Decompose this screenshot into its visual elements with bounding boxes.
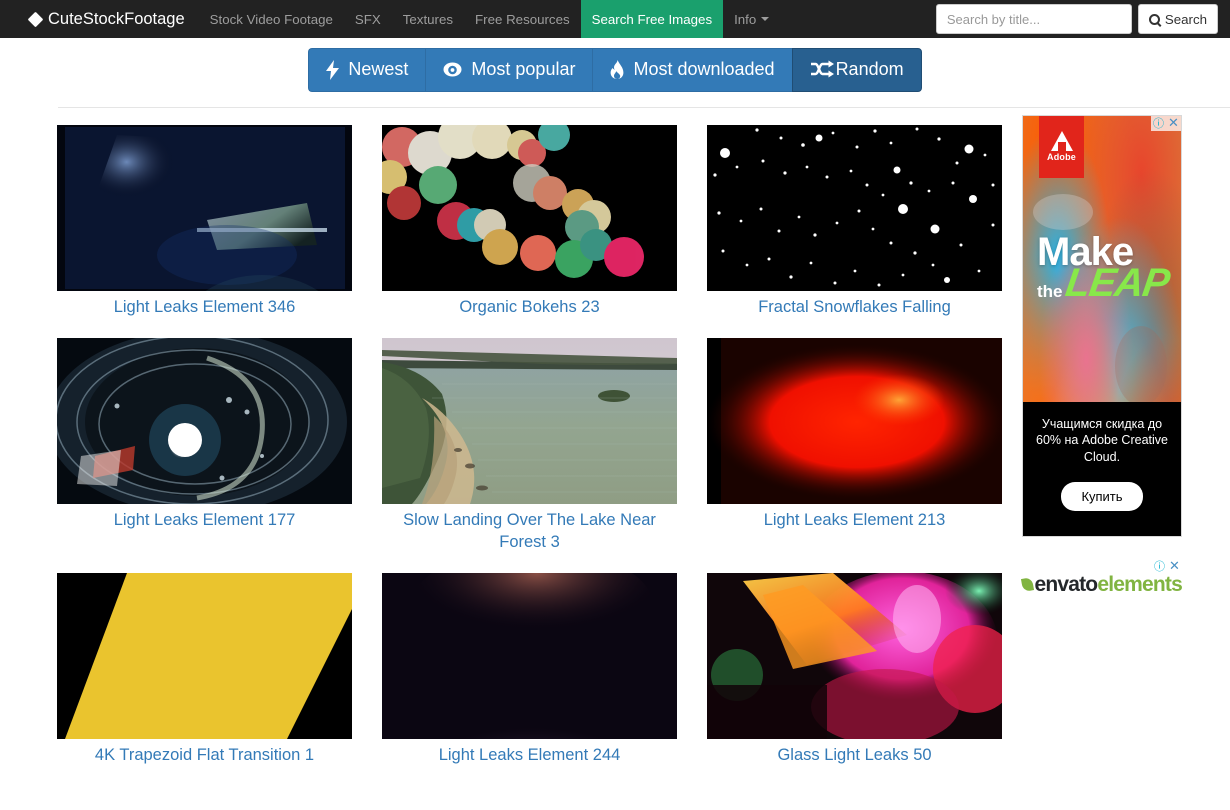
nav-label: Info (734, 11, 757, 27)
magenta-orange-light-streaks-image (707, 573, 1002, 740)
top-navbar: CuteStockFootage Stock Video Footage SFX… (0, 0, 1230, 38)
gallery-item: 4K Trapezoid Flat Transition 1 (57, 573, 352, 766)
nav-label: Textures (402, 11, 454, 27)
nav-item-textures[interactable]: Textures (392, 0, 464, 38)
leaf-icon (1020, 577, 1035, 592)
yellow-trapezoid-on-black-image (57, 573, 352, 740)
gallery-item: Light Leaks Element 346 (57, 124, 352, 318)
colorful-bokeh-circles-image (382, 124, 677, 291)
gallery-item: Light Leaks Element 177 (57, 337, 352, 554)
thumbnail-link-glass-light-leaks-50[interactable] (707, 573, 1002, 740)
gallery-item-title[interactable]: Light Leaks Element 346 (57, 296, 352, 318)
nav-label: Free Resources (475, 11, 570, 27)
gallery-region: Light Leaks Element 346 Organic Bokehs 2… (0, 108, 1010, 787)
eye-icon (443, 62, 462, 77)
gallery-item-title[interactable]: Light Leaks Element 177 (57, 509, 352, 531)
ad-copy-block: Учащимся скидка до 60% на Adobe Creative… (1023, 401, 1181, 536)
purple-blue-soft-glow-image (382, 573, 677, 740)
search-button[interactable]: Search (1137, 4, 1218, 34)
filter-tab-label: Random (835, 59, 904, 79)
envato-logo: envato elements (1020, 572, 1183, 597)
filter-tab-label: Most downloaded (633, 59, 775, 79)
thumbnail-link-organic-bokehs-23[interactable] (382, 124, 677, 291)
close-icon[interactable]: ✕ (1167, 558, 1182, 574)
filter-tab-newest[interactable]: Newest (308, 48, 426, 92)
filter-tab-label: Most popular (471, 59, 576, 79)
thumbnail-link-fractal-snowflakes-falling[interactable] (707, 124, 1002, 291)
thumbnail-link-light-leaks-element-177[interactable] (57, 337, 352, 504)
ad-sidebar: ⓘ ✕ Adobe Make the LEAP Учащимся скидка … (1010, 108, 1200, 787)
thumbnail-link-slow-landing-over-the-lake-near-forest-3[interactable] (382, 337, 677, 504)
ad-body-text: Учащимся скидка до 60% на Adobe Creative… (1036, 416, 1168, 465)
filter-toolbar: Newest Most popular Most downloaded Rand… (0, 38, 1230, 92)
gallery-item-title[interactable]: Organic Bokehs 23 (382, 296, 677, 318)
search-icon (1148, 13, 1160, 25)
nav-item-info[interactable]: Info (723, 0, 780, 38)
gallery-item-title[interactable]: Fractal Snowflakes Falling (707, 296, 1002, 318)
filter-tab-random[interactable]: Random (791, 48, 922, 92)
thumbnail-link-light-leaks-element-213[interactable] (707, 337, 1002, 504)
adobe-logo: Adobe (1039, 115, 1084, 178)
nav-item-stock-video-footage[interactable]: Stock Video Footage (199, 0, 344, 38)
nav-label: Search Free Images (591, 11, 713, 27)
aerial-lake-shoreline-forest-image (382, 337, 677, 504)
main-nav: Stock Video Footage SFX Textures Free Re… (199, 0, 781, 38)
ad-cta-button[interactable]: Купить (1061, 482, 1143, 512)
nav-label: Stock Video Footage (209, 11, 333, 27)
nav-item-sfx[interactable]: SFX (344, 0, 392, 38)
ad-info-icon[interactable]: ⓘ (1152, 559, 1167, 574)
brand-logo[interactable]: CuteStockFootage (0, 0, 199, 38)
chevron-down-icon (761, 17, 770, 21)
filter-tab-most-popular[interactable]: Most popular (425, 48, 593, 92)
bolt-icon (326, 59, 340, 80)
gallery-item-title[interactable]: 4K Trapezoid Flat Transition 1 (57, 744, 352, 766)
search-button-label: Search (1164, 11, 1207, 27)
filter-button-group: Newest Most popular Most downloaded Rand… (308, 48, 922, 92)
gallery-item: Slow Landing Over The Lake Near Forest 3 (382, 337, 677, 554)
envato-logo-part2: elements (1097, 572, 1182, 596)
filter-tab-label: Newest (348, 59, 409, 79)
gallery-item-title[interactable]: Light Leaks Element 244 (382, 744, 677, 766)
dark-blue-light-leak-image (57, 124, 352, 291)
adobe-logo-text: Adobe (1047, 152, 1076, 163)
search-form: Search (935, 4, 1218, 34)
adobe-ad[interactable]: ⓘ ✕ Adobe Make the LEAP Учащимся скидка … (1022, 114, 1182, 537)
nav-item-search-free-images[interactable]: Search Free Images (580, 0, 724, 38)
filter-tab-most-downloaded[interactable]: Most downloaded (592, 48, 792, 92)
shuffle-icon (810, 60, 834, 79)
spiral-lens-flare-tunnel-image (57, 337, 352, 504)
white-snowflakes-on-black-image (707, 124, 1002, 291)
thumbnail-link-light-leaks-element-244[interactable] (382, 573, 677, 740)
red-glow-blob-image (707, 337, 1002, 504)
gallery-item: Fractal Snowflakes Falling (707, 124, 1002, 318)
gallery-item: Organic Bokehs 23 (382, 124, 677, 318)
brand-label: CuteStockFootage (48, 9, 185, 28)
nav-item-free-resources[interactable]: Free Resources (464, 0, 581, 38)
envato-ad[interactable]: ⓘ ✕ envato elements (1020, 558, 1183, 597)
gallery-grid: Light Leaks Element 346 Organic Bokehs 2… (57, 124, 1010, 787)
page-content: Light Leaks Element 346 Organic Bokehs 2… (0, 108, 1230, 787)
thumbnail-link-light-leaks-element-346[interactable] (57, 124, 352, 291)
gallery-item-title[interactable]: Slow Landing Over The Lake Near Forest 3 (382, 509, 677, 554)
fire-icon (610, 60, 624, 80)
ad-choices-controls-secondary: ⓘ ✕ (1152, 558, 1182, 574)
diamond-icon (27, 11, 44, 27)
gallery-item-title[interactable]: Glass Light Leaks 50 (707, 744, 1002, 766)
gallery-item: Light Leaks Element 244 (382, 573, 677, 766)
envato-logo-part1: envato (1034, 572, 1098, 596)
close-icon[interactable]: ✕ (1166, 115, 1181, 131)
adobe-a-icon (1050, 131, 1073, 152)
nav-label: SFX (354, 11, 381, 27)
gallery-item: Glass Light Leaks 50 (707, 573, 1002, 766)
ad-choices-controls: ⓘ ✕ (1151, 115, 1181, 131)
search-input[interactable] (935, 4, 1132, 34)
ad-creative: Adobe Make the LEAP Учащимся скидка до 6… (1023, 115, 1181, 536)
ad-info-icon[interactable]: ⓘ (1151, 116, 1166, 131)
gallery-item: Light Leaks Element 213 (707, 337, 1002, 554)
thumbnail-link-4k-trapezoid-flat-transition-1[interactable] (57, 573, 352, 740)
gallery-item-title[interactable]: Light Leaks Element 213 (707, 509, 1002, 531)
